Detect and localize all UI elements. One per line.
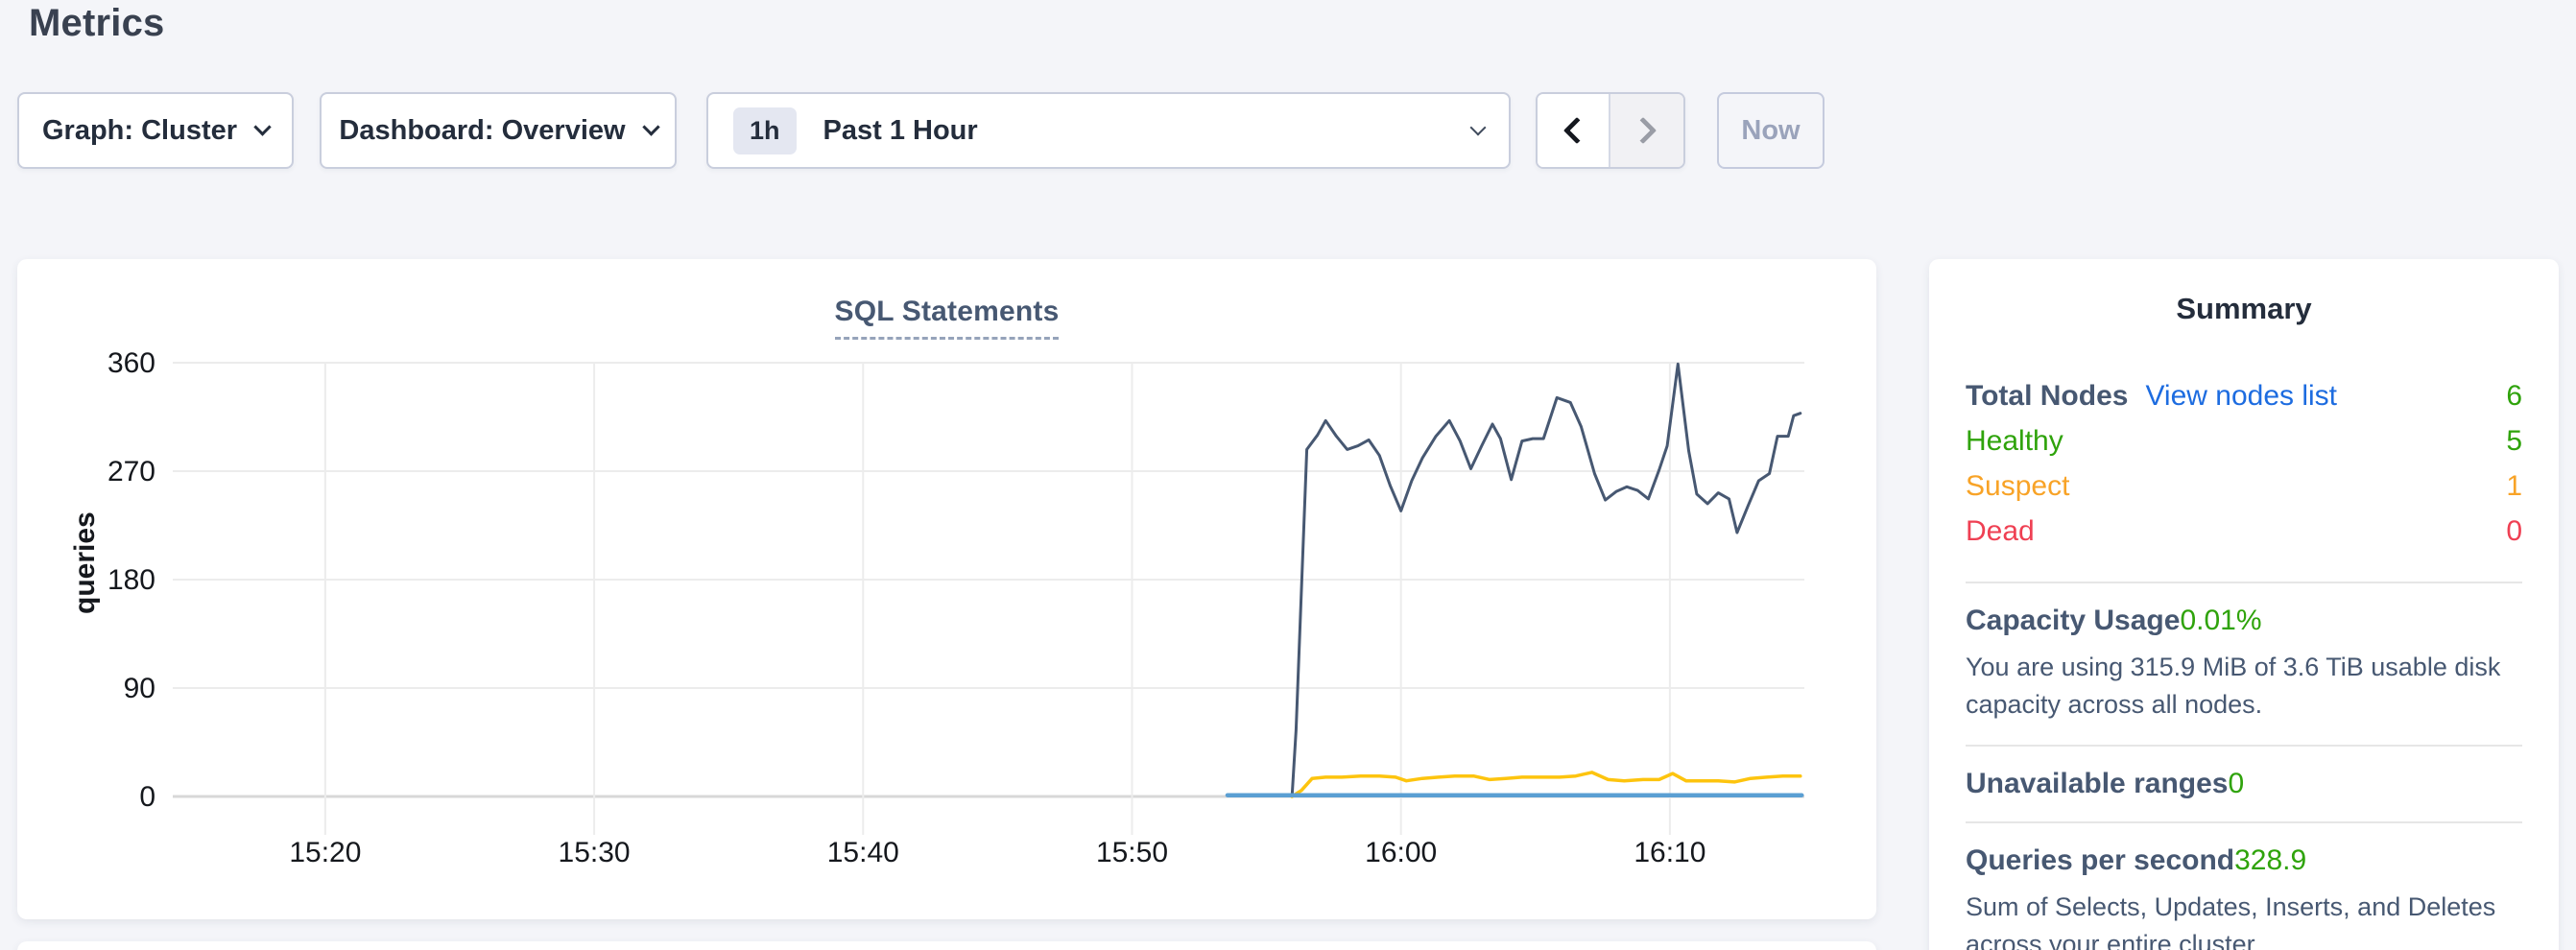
chevron-down-icon [253, 118, 271, 135]
unavailable-ranges-section: Unavailable ranges 0 [1966, 768, 2522, 800]
time-range-badge: 1h [733, 107, 797, 154]
svg-text:16:00: 16:00 [1365, 837, 1437, 868]
previous-timeframe-button[interactable] [1538, 94, 1610, 167]
suspect-label: Suspect [1966, 470, 2069, 503]
suspect-nodes-row: Suspect 1 [1966, 470, 2522, 515]
sql-statements-chart-card: SQL Statements queries 09018027036015:20… [17, 259, 1876, 919]
summary-panel: Summary Total Nodes View nodes list 6 He… [1929, 259, 2559, 950]
chart-title[interactable]: SQL Statements [835, 296, 1060, 340]
next-timeframe-button[interactable] [1610, 94, 1683, 167]
total-nodes-label: Total Nodes [1966, 380, 2128, 413]
svg-text:16:10: 16:10 [1634, 837, 1705, 868]
next-chart-card-partial [17, 941, 1876, 950]
chevron-left-icon [1563, 117, 1590, 144]
unavailable-ranges-value: 0 [2228, 768, 2244, 800]
sql-statements-chart[interactable]: 0 90 180 270 360 15:20 15:30 15:40 15:50 16:00 16:… [48, 351, 1824, 879]
svg-text:15:40: 15:40 [827, 837, 899, 868]
dead-value: 0 [2506, 515, 2522, 548]
svg-text:270: 270 [107, 456, 155, 487]
chevron-down-icon [1470, 120, 1487, 136]
chart-title-row: SQL Statements [17, 296, 1876, 340]
divider [1966, 582, 2522, 583]
svg-text:360: 360 [107, 351, 155, 379]
graph-scope-label: Graph: Cluster [42, 115, 237, 147]
capacity-usage-description: You are using 315.9 MiB of 3.6 TiB usabl… [1966, 649, 2522, 724]
queries-per-second-value: 328.9 [2234, 844, 2306, 877]
divider [1966, 745, 2522, 747]
page-title: Metrics [29, 2, 164, 45]
dashboard-dropdown[interactable]: Dashboard: Overview [320, 92, 677, 169]
unavailable-ranges-label: Unavailable ranges [1966, 768, 2228, 800]
svg-text:15:30: 15:30 [559, 837, 631, 868]
timeframe-nav-group [1536, 92, 1685, 169]
nodes-status-block: Total Nodes View nodes list 6 Healthy 5 … [1966, 380, 2522, 560]
dashboard-label: Dashboard: Overview [339, 115, 625, 147]
now-button[interactable]: Now [1717, 92, 1825, 169]
graph-scope-dropdown[interactable]: Graph: Cluster [17, 92, 294, 169]
svg-text:180: 180 [107, 564, 155, 596]
time-range-label: Past 1 Hour [823, 115, 978, 147]
total-nodes-row: Total Nodes View nodes list 6 [1966, 380, 2522, 425]
summary-title: Summary [1966, 292, 2522, 326]
queries-per-second-description: Sum of Selects, Updates, Inserts, and De… [1966, 889, 2522, 950]
capacity-usage-section: Capacity Usage 0.01% You are using 315.9… [1966, 605, 2522, 724]
healthy-label: Healthy [1966, 425, 2063, 458]
view-nodes-list-link[interactable]: View nodes list [2145, 380, 2337, 413]
dead-label: Dead [1966, 515, 2035, 548]
svg-text:15:20: 15:20 [289, 837, 361, 868]
chevron-down-icon [642, 118, 659, 135]
svg-text:15:50: 15:50 [1096, 837, 1168, 868]
suspect-value: 1 [2506, 470, 2522, 503]
queries-per-second-section: Queries per second 328.9 Sum of Selects,… [1966, 844, 2522, 950]
healthy-value: 5 [2506, 425, 2522, 458]
queries-per-second-label: Queries per second [1966, 844, 2234, 877]
svg-text:0: 0 [139, 781, 155, 813]
chevron-right-icon [1630, 117, 1657, 144]
capacity-usage-value: 0.01% [2180, 605, 2261, 637]
svg-text:90: 90 [124, 673, 155, 704]
capacity-usage-label: Capacity Usage [1966, 605, 2180, 637]
total-nodes-value: 6 [2506, 380, 2522, 413]
healthy-nodes-row: Healthy 5 [1966, 425, 2522, 470]
divider [1966, 821, 2522, 823]
dead-nodes-row: Dead 0 [1966, 515, 2522, 560]
time-range-dropdown[interactable]: 1h Past 1 Hour [706, 92, 1511, 169]
